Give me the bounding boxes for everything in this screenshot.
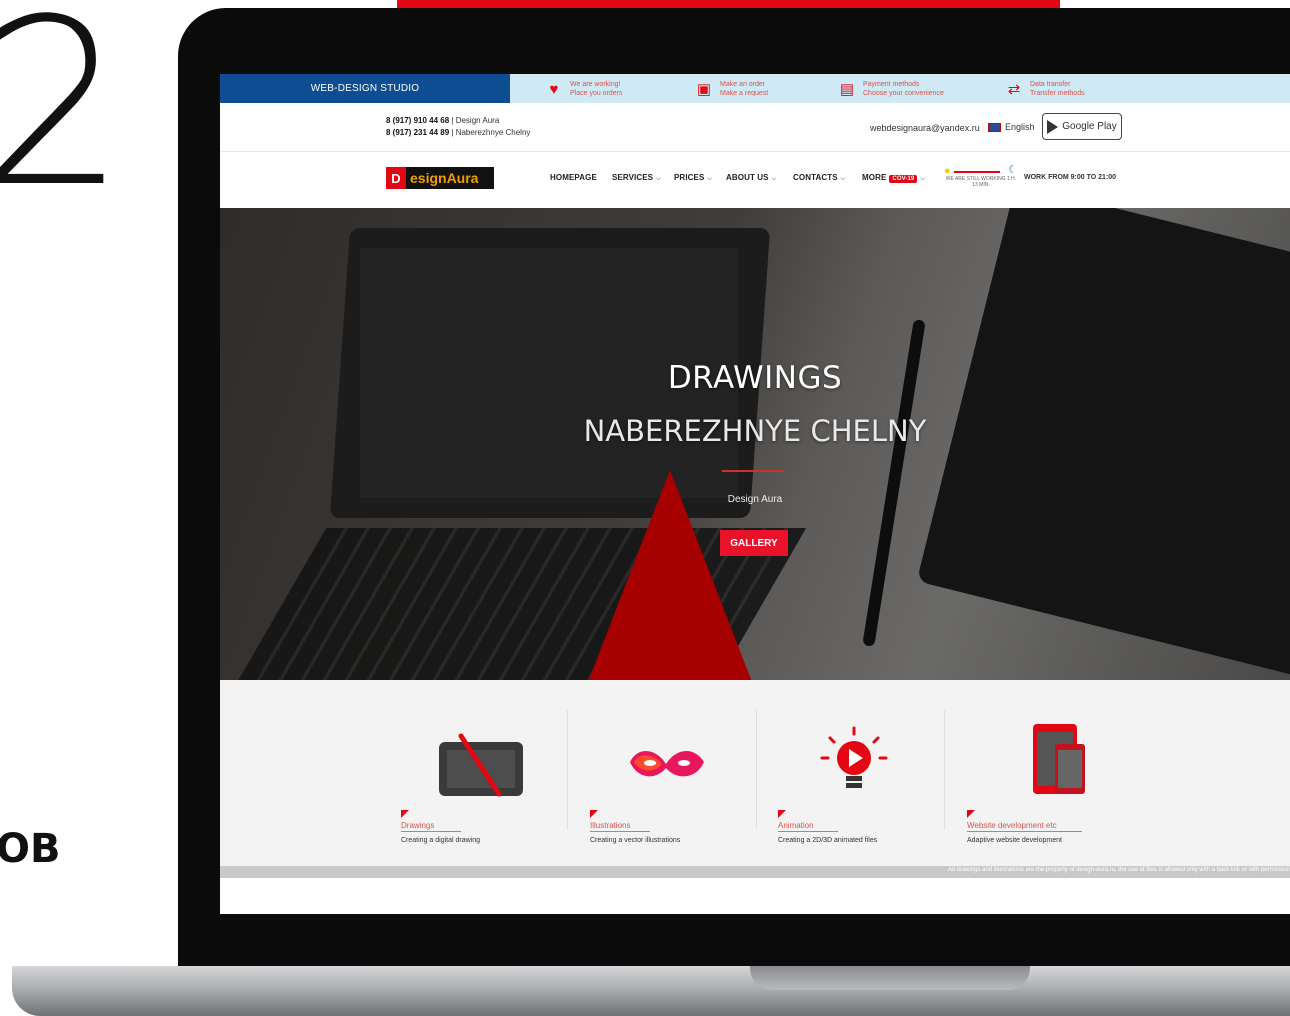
topbar-item-line1: Payment methods — [863, 81, 920, 88]
top-info-bar: WEB-DESIGN STUDIO ♥ We are working! Place… — [220, 74, 1290, 103]
chevron-down-icon: ⌵ — [920, 176, 926, 182]
nav-prices[interactable]: PRICES ⌵ — [674, 173, 712, 183]
nav-about-label: ABOUT US — [726, 173, 769, 182]
hero-subtitle: NABEREZHNYE CHELNY — [583, 414, 927, 448]
services-section: Drawings Creating a digital drawing Illu… — [220, 680, 1290, 866]
devices-icon — [1033, 724, 1085, 794]
nav-about[interactable]: ABOUT US ⌵ — [726, 173, 776, 183]
decor-letters: ОВ — [0, 826, 61, 872]
laptop-notch — [750, 966, 1030, 990]
nav-prices-label: PRICES — [674, 173, 705, 182]
service-desc: Creating a vector illustrations — [590, 837, 681, 844]
cart-icon: ▣ — [696, 81, 712, 98]
hero-caption: Design Aura — [727, 494, 783, 505]
website-screen: WEB-DESIGN STUDIO ♥ We are working! Place… — [220, 74, 1290, 914]
chevron-down-icon: ⌵ — [656, 176, 661, 182]
covid-badge: COV-19 — [889, 175, 918, 183]
service-title: Animation — [778, 821, 838, 832]
topbar-item-order[interactable]: ▣ Make an order Make a request — [694, 78, 768, 100]
nav-services-label: SERVICES — [612, 173, 654, 182]
top-red-strip — [397, 0, 1060, 8]
status-progress-line — [954, 171, 1000, 173]
language-switch[interactable]: English — [988, 122, 1035, 132]
nav-contacts[interactable]: CONTACTS ⌵ — [793, 173, 845, 183]
phone-2[interactable]: 8 (917) 231 44 89 — [386, 128, 449, 137]
service-flag — [590, 810, 598, 818]
phone-1[interactable]: 8 (917) 910 44 68 — [386, 116, 449, 125]
service-flag — [778, 810, 786, 818]
mask-icon — [630, 750, 704, 777]
nav-homepage[interactable]: HOMEPAGE — [550, 173, 597, 182]
copyright-strip: All drawings and illustrations are the p… — [220, 866, 1290, 878]
decor-number: 2 — [0, 0, 127, 238]
nav-contacts-label: CONTACTS — [793, 173, 838, 182]
work-status: ● ☾ WE ARE STILL WORKING 1 H. 13 MIN. — [944, 164, 1018, 193]
laptop-base — [12, 966, 1290, 1016]
hero-divider — [722, 470, 784, 472]
service-card-drawings[interactable]: Drawings Creating a digital drawing — [401, 680, 587, 866]
work-hours: WORK FROM 9:00 TO 21:00 — [1024, 174, 1117, 181]
service-flag — [967, 810, 975, 818]
topbar-item-line1: We are working! — [570, 81, 621, 88]
service-card-animation[interactable]: Animation Creating a 2D/3D animated file… — [778, 680, 964, 866]
status-text: WE ARE STILL WORKING 1 H. 13 MIN. — [945, 176, 1017, 188]
hero-title: DRAWINGS — [667, 360, 843, 396]
email-link[interactable]: webdesignaura@yandex.ru — [870, 123, 980, 133]
main-navbar: D esignAura HOMEPAGE SERVICES ⌵ PRICES ⌵ A… — [220, 151, 1290, 209]
service-card-web[interactable]: Website development etc Adaptive website… — [967, 680, 1153, 866]
hero-banner: DRAWINGS NABEREZHNYE CHELNY Design Aura … — [220, 208, 1290, 680]
chevron-down-icon: ⌵ — [840, 176, 846, 182]
drawing-tablet-icon — [439, 733, 523, 797]
topbar-item-line1: Make an order — [720, 81, 766, 88]
topbar-item-line2: Transfer methods — [1030, 90, 1085, 97]
service-desc: Creating a digital drawing — [401, 837, 480, 844]
service-desc: Adaptive website development — [967, 837, 1062, 844]
chevron-down-icon: ⌵ — [707, 176, 713, 182]
play-store-icon — [1047, 119, 1059, 134]
topbar-item-working[interactable]: ♥ We are working! Place you orders — [544, 78, 623, 100]
transfer-arrows-icon: ⇄ — [1007, 81, 1021, 98]
gallery-button[interactable]: GALLERY — [720, 530, 788, 556]
studio-label[interactable]: WEB-DESIGN STUDIO — [220, 74, 510, 103]
logo-mark: D — [386, 167, 406, 189]
nav-more[interactable]: MORE COV-19 ⌵ — [862, 173, 925, 183]
language-label: English — [1005, 122, 1035, 132]
handshake-icon: ♥ — [549, 80, 559, 98]
phone-1-label: | Design Aura — [449, 116, 500, 125]
google-play-label: Google Play — [1062, 121, 1117, 132]
service-title: Website development etc — [967, 821, 1082, 832]
nav-more-label: MORE — [862, 173, 887, 182]
copyright-note: All drawings and illustrations are the p… — [948, 867, 1290, 873]
wallet-icon: ▤ — [839, 81, 855, 98]
topbar-item-transfer[interactable]: ⇄ Data transfer Transfer methods — [1004, 78, 1085, 100]
nav-services[interactable]: SERVICES ⌵ — [612, 173, 661, 183]
topbar-item-line2: Make a request — [720, 90, 769, 97]
service-title: Illustrations — [590, 821, 650, 832]
service-desc: Creating a 2D/3D animated files — [778, 837, 878, 844]
service-title: Drawings — [401, 821, 461, 832]
uk-flag-icon — [988, 122, 1001, 132]
topbar-item-line1: Data transfer — [1030, 81, 1071, 88]
logo-text: esignAura — [410, 170, 479, 186]
service-card-illustrations[interactable]: Illustrations Creating a vector illustra… — [590, 680, 776, 866]
site-logo[interactable]: D esignAura — [386, 167, 494, 189]
chevron-down-icon: ⌵ — [771, 176, 777, 182]
moon-icon: ☾ — [1008, 164, 1018, 176]
contact-bar: 8 (917) 910 44 68 | Design Aura 8 (917) … — [220, 103, 1290, 152]
service-flag — [401, 810, 409, 818]
topbar-item-payment[interactable]: ▤ Payment methods Choose your convenience — [837, 78, 944, 100]
phone-2-label: | Naberezhnye Chelny — [449, 128, 531, 137]
google-play-button[interactable]: Google Play — [1042, 113, 1122, 140]
lightbulb-play-icon — [820, 726, 888, 788]
topbar-item-line2: Choose your convenience — [863, 90, 944, 97]
topbar-item-line2: Place you orders — [570, 90, 623, 97]
phone-list: 8 (917) 910 44 68 | Design Aura 8 (917) … — [386, 115, 530, 139]
